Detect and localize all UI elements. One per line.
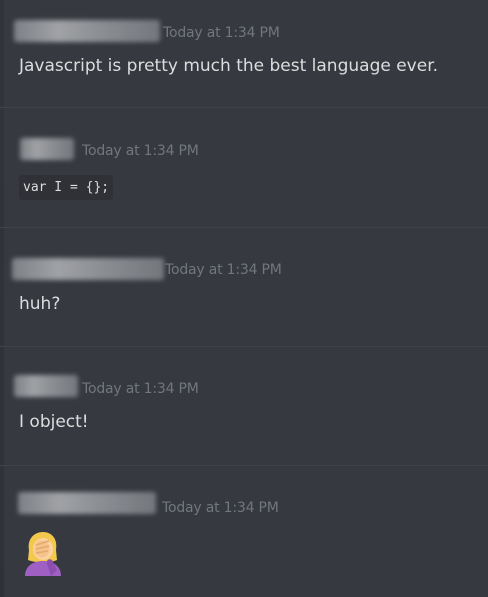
left-edge-strip [0,0,4,597]
timestamp[interactable]: Today at 1:34 PM [82,381,199,397]
timestamp[interactable]: Today at 1:34 PM [165,262,282,278]
woman-facepalming-emoji [25,532,61,576]
message-divider [0,465,488,466]
message-divider [0,107,488,108]
message-text: Javascript is pretty much the best langu… [19,56,439,76]
username-blurred[interactable] [20,138,74,160]
message-text: I object! [19,412,89,432]
username-blurred[interactable] [18,492,156,514]
timestamp[interactable]: Today at 1:34 PM [162,500,279,516]
inline-code-block: var I = {}; [19,175,114,200]
username-blurred[interactable] [14,375,78,397]
timestamp[interactable]: Today at 1:34 PM [82,143,199,159]
message-divider [0,227,488,228]
message-text: huh? [19,294,61,314]
username-blurred[interactable] [12,258,164,280]
username-blurred[interactable] [14,20,160,42]
timestamp[interactable]: Today at 1:34 PM [163,25,280,41]
message-divider [0,346,488,347]
